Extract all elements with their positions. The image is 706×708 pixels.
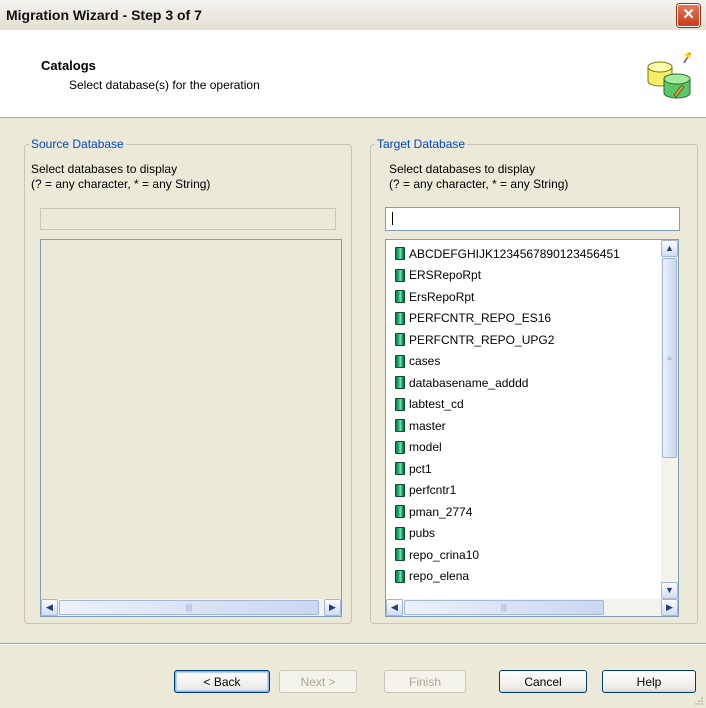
list-item[interactable]: PERFCNTR_REPO_ES16 [386,308,661,330]
list-item[interactable]: PERFCNTR_REPO_UPG2 [386,329,661,351]
list-item-label: pubs [409,526,436,541]
database-icon [395,526,405,540]
target-instruction: Select databases to display (? = any cha… [389,162,568,192]
list-item[interactable]: pct1 [386,458,661,480]
source-filter-input[interactable] [41,209,335,229]
scroll-right-icon[interactable]: ▶ [661,599,678,616]
source-instruction: Select databases to display (? = any cha… [31,162,210,192]
close-icon[interactable]: ✕ [677,4,700,27]
target-instruction-line1: Select databases to display [389,162,536,176]
scroll-right-icon[interactable]: ▶ [324,599,341,616]
list-item[interactable]: cases [386,351,661,373]
database-icon [395,440,405,454]
list-item-label: ABCDEFGHIJK1234567890123456451 [409,246,620,261]
database-wizard-icon [647,51,692,99]
list-item[interactable]: master [386,415,661,437]
database-icon [395,397,405,411]
footer-divider [0,643,706,645]
source-list-items [41,240,324,599]
back-button[interactable]: < Back [174,670,270,693]
list-item-label: PERFCNTR_REPO_ES16 [409,311,552,326]
database-icon [395,268,405,282]
list-item[interactable]: repo_crina10 [386,544,661,566]
list-item[interactable]: model [386,437,661,459]
list-item-label: pct1 [409,461,432,476]
database-icon [395,462,405,476]
database-icon [395,548,405,562]
database-icon [395,247,405,261]
database-icon [395,311,405,325]
scroll-thumb[interactable]: ||| [404,600,604,615]
list-item-label: databasename_adddd [409,375,529,390]
database-icon [395,569,405,583]
next-button[interactable]: Next > [279,670,357,693]
scroll-down-icon[interactable]: ▼ [661,582,678,599]
scroll-left-icon[interactable]: ◀ [386,599,403,616]
cancel-button[interactable]: Cancel [499,670,587,693]
target-filter-field[interactable] [385,207,680,231]
list-item-label: pman_2774 [409,504,473,519]
list-item[interactable]: perfcntr1 [386,480,661,502]
list-item[interactable]: ABCDEFGHIJK1234567890123456451 [386,243,661,265]
source-database-legend: Source Database [31,137,124,151]
target-database-legend: Target Database [377,137,466,151]
source-horizontal-scrollbar[interactable]: ◀ ||| ▶ [41,599,341,616]
source-database-list[interactable]: ◀ ||| ▶ [40,239,342,617]
target-database-list[interactable]: ABCDEFGHIJK1234567890123456451 ERSRepoRpt… [385,239,679,617]
database-icon [395,333,405,347]
database-icon [395,376,405,390]
database-icon [395,505,405,519]
page-subtitle: Select database(s) for the operation [69,78,260,92]
list-item[interactable]: labtest_cd [386,394,661,416]
scroll-left-icon[interactable]: ◀ [41,599,58,616]
list-item[interactable]: repo_elena [386,566,661,588]
database-icon [395,483,405,497]
scroll-up-icon[interactable]: ▲ [661,240,678,257]
list-item-label: repo_elena [409,569,470,584]
list-item-label: ERSRepoRpt [409,268,482,283]
target-vertical-scrollbar[interactable]: ▲ ≡ ▼ [661,240,678,599]
list-item-label: cases [409,354,441,369]
database-icon [395,354,405,368]
source-instruction-line2: (? = any character, * = any String) [31,177,211,191]
list-item[interactable]: pman_2774 [386,501,661,523]
source-instruction-line1: Select databases to display [31,162,178,176]
list-item-label: PERFCNTR_REPO_UPG2 [409,332,555,347]
scroll-thumb[interactable]: ||| [59,600,319,615]
database-icon [395,419,405,433]
title-bar: Migration Wizard - Step 3 of 7 ✕ [0,0,706,31]
target-filter-input[interactable] [386,208,679,230]
header-panel: Catalogs Select database(s) for the oper… [0,30,706,118]
page-title: Catalogs [41,58,96,73]
window-title: Migration Wizard - Step 3 of 7 [6,7,202,23]
target-horizontal-scrollbar[interactable]: ◀ ||| ▶ [386,599,678,616]
list-item[interactable]: databasename_adddd [386,372,661,394]
list-item-label: labtest_cd [409,397,464,412]
list-item[interactable]: ErsRepoRpt [386,286,661,308]
list-item[interactable]: ERSRepoRpt [386,265,661,287]
scroll-thumb[interactable]: ≡ [662,258,677,458]
help-button[interactable]: Help [602,670,696,693]
target-list-items: ABCDEFGHIJK1234567890123456451 ERSRepoRpt… [386,243,661,599]
list-item-label: model [409,440,442,455]
database-icon [395,290,405,304]
list-item[interactable]: pubs [386,523,661,545]
target-instruction-line2: (? = any character, * = any String) [389,177,569,191]
resize-grip-icon[interactable] [694,696,704,706]
list-item-label: perfcntr1 [409,483,457,498]
list-item-label: ErsRepoRpt [409,289,475,304]
source-filter-field[interactable] [40,208,336,230]
list-item-label: master [409,418,446,433]
list-item-label: repo_crina10 [409,547,480,562]
finish-button[interactable]: Finish [384,670,466,693]
text-caret [392,212,393,225]
